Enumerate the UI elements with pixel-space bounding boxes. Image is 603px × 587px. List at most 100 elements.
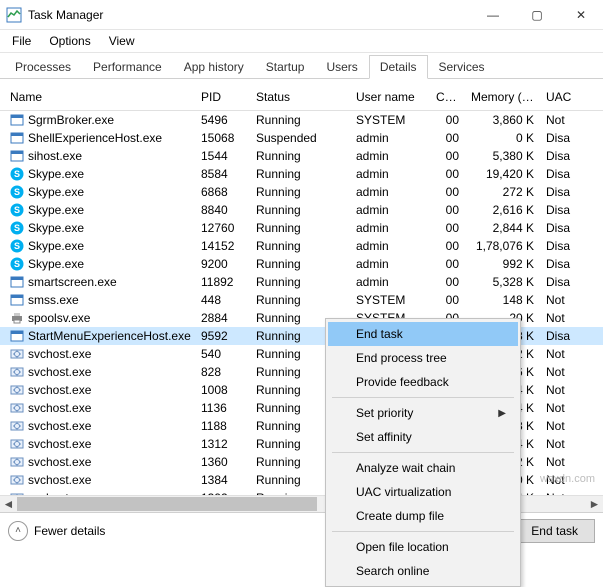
table-row[interactable]: SSkype.exe6868Runningadmin00272 KDisa [0,183,603,201]
minimize-button[interactable]: — [471,0,515,30]
cell-name: svchost.exe [0,347,195,361]
cell-pid: 1384 [195,473,250,487]
tab-users[interactable]: Users [315,55,368,79]
context-menu-item-open-file-location[interactable]: Open file location [328,535,518,559]
skype-icon: S [10,185,24,199]
col-pid[interactable]: PID [195,88,250,106]
context-menu-item-search-online[interactable]: Search online [328,559,518,583]
process-name: Skype.exe [28,257,84,271]
table-row[interactable]: SSkype.exe9200Runningadmin00992 KDisa [0,255,603,273]
cell-cpu: 00 [430,257,465,271]
scroll-right-arrow-icon[interactable]: ► [586,496,603,513]
cell-user: admin [350,131,430,145]
fewer-details-label: Fewer details [34,524,105,538]
col-status[interactable]: Status [250,88,350,106]
cell-uac: Disa [540,185,580,199]
cell-cpu: 00 [430,131,465,145]
process-name: svchost.exe [28,419,91,433]
context-menu-item-set-affinity[interactable]: Set affinity [328,425,518,449]
cell-pid: 15068 [195,131,250,145]
menu-file[interactable]: File [4,32,39,50]
service-icon [10,455,24,469]
cell-cpu: 00 [430,293,465,307]
cell-uac: Not [540,293,580,307]
table-row[interactable]: smartscreen.exe11892Runningadmin005,328 … [0,273,603,291]
cell-name: SSkype.exe [0,167,195,181]
end-task-button[interactable]: End task [514,519,595,543]
cell-name: sihost.exe [0,149,195,163]
menu-view[interactable]: View [101,32,143,50]
cell-name: svchost.exe [0,365,195,379]
cell-uac: Not [540,401,580,415]
col-cpu[interactable]: CPU [430,88,465,106]
col-uac[interactable]: UAC [540,88,580,106]
process-name: svchost.exe [28,437,91,451]
cell-pid: 9592 [195,329,250,343]
close-button[interactable]: ✕ [559,0,603,30]
context-menu-item-label: End task [356,327,403,341]
process-name: svchost.exe [28,383,91,397]
context-menu-item-uac-virtualization[interactable]: UAC virtualization [328,480,518,504]
fewer-details-button[interactable]: ˄ Fewer details [8,521,105,541]
service-icon [10,473,24,487]
tab-startup[interactable]: Startup [255,55,316,79]
col-mem[interactable]: Memory (a... [465,88,540,106]
process-name: svchost.exe [28,401,91,415]
cell-pid: 2884 [195,311,250,325]
context-menu[interactable]: End task End process treeProvide feedback… [325,318,521,587]
col-user[interactable]: User name [350,88,430,106]
process-name: SgrmBroker.exe [28,113,114,127]
cell-name: smartscreen.exe [0,275,195,289]
tab-details[interactable]: Details [369,55,428,79]
tab-services[interactable]: Services [428,55,496,79]
context-menu-item-end-task[interactable]: End task [328,322,518,346]
watermark-text: wsxdn.com [540,473,595,485]
table-row[interactable]: ShellExperienceHost.exe15068Suspendedadm… [0,129,603,147]
cell-uac: Disa [540,257,580,271]
cell-status: Running [250,185,350,199]
table-row[interactable]: SSkype.exe8584Runningadmin0019,420 KDisa [0,165,603,183]
scroll-thumb[interactable] [17,497,317,511]
context-menu-item-provide-feedback[interactable]: Provide feedback [328,370,518,394]
table-row[interactable]: SSkype.exe8840Runningadmin002,616 KDisa [0,201,603,219]
context-menu-separator [332,452,514,453]
maximize-button[interactable]: ▢ [515,0,559,30]
context-menu-item-end-process-tree[interactable]: End process tree [328,346,518,370]
cell-mem: 0 K [465,131,540,145]
chevron-up-icon: ˄ [8,521,28,541]
table-row[interactable]: SgrmBroker.exe5496RunningSYSTEM003,860 K… [0,111,603,129]
table-row[interactable]: SSkype.exe14152Runningadmin001,78,076 KD… [0,237,603,255]
col-name[interactable]: Name [0,88,195,106]
cell-uac: Not [540,311,580,325]
tab-app-history[interactable]: App history [173,55,255,79]
cell-cpu: 00 [430,113,465,127]
scroll-left-arrow-icon[interactable]: ◄ [0,496,17,513]
cell-pid: 540 [195,347,250,361]
table-row[interactable]: smss.exe448RunningSYSTEM00148 KNot [0,291,603,309]
tab-processes[interactable]: Processes [4,55,82,79]
menu-options[interactable]: Options [41,32,98,50]
context-menu-item-analyze-wait-chain[interactable]: Analyze wait chain [328,456,518,480]
generic-icon [10,131,24,145]
cell-user: admin [350,239,430,253]
tab-performance[interactable]: Performance [82,55,173,79]
cell-status: Running [250,113,350,127]
context-menu-item-label: UAC virtualization [356,485,451,499]
cell-user: admin [350,203,430,217]
cell-uac: Not [540,347,580,361]
skype-icon: S [10,167,24,181]
context-menu-separator [332,531,514,532]
context-menu-item-set-priority[interactable]: Set priority▶ [328,401,518,425]
cell-name: SSkype.exe [0,185,195,199]
cell-pid: 1136 [195,401,250,415]
table-row[interactable]: SSkype.exe12760Runningadmin002,844 KDisa [0,219,603,237]
process-name: sihost.exe [28,149,82,163]
generic-icon [10,113,24,127]
cell-cpu: 00 [430,221,465,235]
cell-name: smss.exe [0,293,195,307]
service-icon [10,365,24,379]
context-menu-item-create-dump-file[interactable]: Create dump file [328,504,518,528]
cell-mem: 19,420 K [465,167,540,181]
table-row[interactable]: sihost.exe1544Runningadmin005,380 KDisa [0,147,603,165]
cell-mem: 2,616 K [465,203,540,217]
